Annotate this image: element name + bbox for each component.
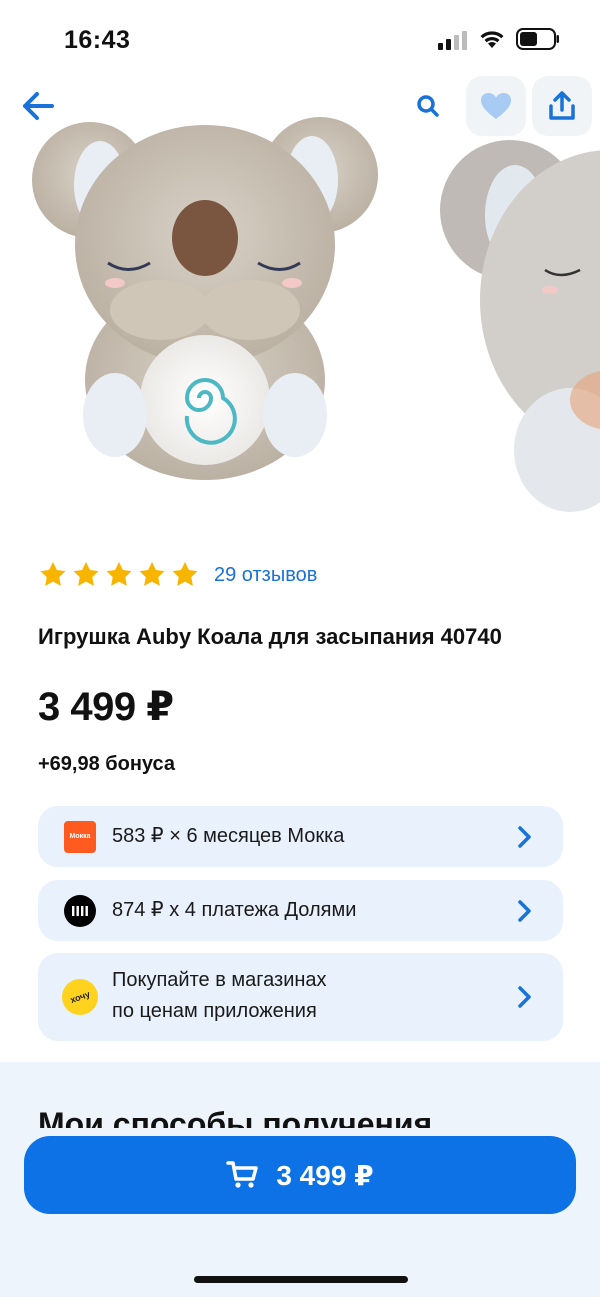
status-time: 16:43 xyxy=(64,26,131,54)
share-button[interactable] xyxy=(532,76,592,136)
promo-line-1: Покупайте в магазинах xyxy=(112,969,327,991)
product-photo-koala xyxy=(32,117,378,480)
app-prices-promo[interactable]: хочу Покупайте в магазинах по ценам прил… xyxy=(38,953,563,1041)
wifi-icon xyxy=(480,31,504,48)
battery-icon xyxy=(516,28,559,50)
buy-button-price: 3 499 ₽ xyxy=(276,1159,374,1191)
product-price: 3 499 ₽ xyxy=(38,685,174,729)
status-bar: 16:43 xyxy=(0,0,600,80)
bonus-amount: +69,98 бонуса xyxy=(38,753,176,775)
chevron-right-icon xyxy=(518,986,531,1008)
delivery-section-heading: Мои способы получения xyxy=(38,1106,433,1128)
search-icon xyxy=(417,95,439,117)
dolyami-label: 874 ₽ x 4 платежа Долями xyxy=(112,899,357,921)
star-icon xyxy=(73,561,99,586)
reviews-link[interactable]: 29 отзывов xyxy=(214,564,317,587)
dolyami-logo xyxy=(64,894,96,927)
add-to-cart-button[interactable]: 3 499 ₽ xyxy=(24,1136,576,1214)
mokka-logo: Мокка xyxy=(64,820,96,853)
product-title: Игрушка Auby Коала для засыпания 40740 xyxy=(38,624,502,649)
product-gallery[interactable] xyxy=(0,80,600,520)
star-icon xyxy=(172,561,198,586)
chevron-right-icon xyxy=(518,825,531,848)
rating-stars xyxy=(38,560,200,590)
back-button[interactable] xyxy=(18,86,58,126)
hochu-logo: хочу xyxy=(62,979,98,1015)
home-indicator xyxy=(194,1276,408,1283)
arrow-left-icon xyxy=(23,92,54,120)
product-rating[interactable]: 29 отзывов xyxy=(38,558,317,592)
promo-line-2: по ценам приложения xyxy=(112,1000,317,1022)
cart-icon xyxy=(226,1161,259,1188)
cellular-signal-icon xyxy=(438,31,467,50)
mokka-label: 583 ₽ × 6 месяцев Мокка xyxy=(112,825,345,847)
star-icon xyxy=(106,561,132,586)
mokka-installment-option[interactable]: Мокка 583 ₽ × 6 месяцев Мокка xyxy=(38,806,563,867)
star-icon xyxy=(139,561,165,586)
star-icon xyxy=(40,561,66,586)
heart-icon xyxy=(481,93,511,119)
favorite-button[interactable] xyxy=(466,76,526,136)
search-button[interactable] xyxy=(408,86,448,126)
chevron-right-icon xyxy=(518,899,531,922)
dolyami-installment-option[interactable]: 874 ₽ x 4 платежа Долями xyxy=(38,880,563,941)
product-photo-koala-second xyxy=(440,140,600,512)
share-icon xyxy=(549,91,575,120)
